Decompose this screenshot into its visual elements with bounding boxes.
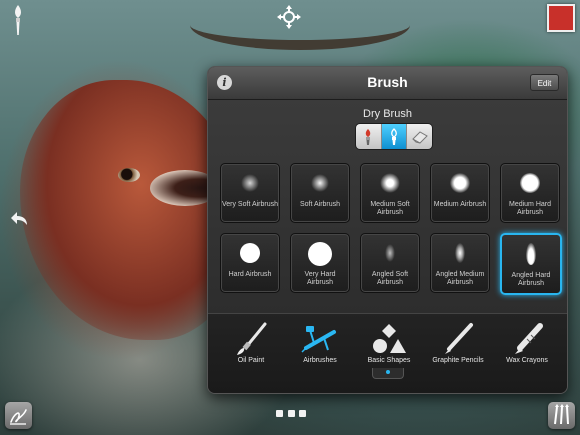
brush-preview-icon	[455, 243, 465, 263]
brush-tile-soft-airbrush[interactable]: Soft Airbrush	[290, 163, 350, 223]
category-wax-crayons[interactable]: Wax Crayons	[494, 314, 560, 374]
brush-tile-angled-medium-airbrush[interactable]: Angled Medium Airbrush	[430, 233, 490, 293]
graphite-pencil-icon	[438, 322, 478, 356]
panel-title: Brush	[367, 74, 408, 90]
brush-preview-icon	[311, 174, 329, 192]
brush-label: Medium Soft Airbrush	[370, 201, 410, 216]
brush-label: Very Hard Airbrush	[304, 271, 336, 286]
wax-crayon-icon	[507, 322, 547, 356]
brush-tile-medium-airbrush[interactable]: Medium Airbrush	[430, 163, 490, 223]
category-label: Oil Paint	[237, 357, 265, 364]
brush-tile-very-soft-airbrush[interactable]: Very Soft Airbrush	[220, 163, 280, 223]
brush-label: Angled Hard Airbrush	[511, 272, 551, 287]
brush-label: Medium Hard Airbrush	[508, 201, 551, 216]
category-oil-paint[interactable]: Oil Paint	[218, 314, 284, 374]
brush-panel: i Brush Edit Dry Brush Very Soft Airbrus…	[207, 66, 568, 394]
brush-tile-very-hard-airbrush[interactable]: Very Hard Airbrush	[290, 233, 350, 293]
brush-settings: Dry Brush Very Soft Airbrush Soft Airbru…	[208, 100, 567, 313]
brush-category-bar: Oil Paint Airbrushes Basic Shapes Graphi…	[208, 313, 567, 393]
brush-tool-icon[interactable]	[8, 4, 28, 36]
brush-label: Medium Airbrush	[433, 201, 487, 208]
brush-label: Soft Airbrush	[299, 201, 341, 208]
category-basic-shapes[interactable]: Basic Shapes	[356, 314, 422, 374]
brush-preview-icon	[240, 243, 260, 263]
edit-button[interactable]: Edit	[530, 74, 559, 91]
page-indicator	[372, 368, 404, 379]
brush-preview-icon	[241, 174, 259, 192]
dry-brush-icon[interactable]	[381, 124, 408, 149]
signature-button[interactable]	[5, 402, 32, 429]
brush-preview-icon	[520, 173, 540, 193]
oil-paint-brush-icon	[231, 322, 271, 356]
wet-brush-icon[interactable]	[356, 124, 382, 149]
color-swatch-button[interactable]	[547, 4, 575, 32]
category-label: Wax Crayons	[506, 357, 548, 364]
category-label: Airbrushes	[303, 357, 337, 364]
panel-header: i Brush Edit	[208, 67, 567, 100]
airbrush-icon	[300, 322, 340, 356]
basic-shapes-icon	[369, 322, 409, 356]
brush-label: Hard Airbrush	[228, 271, 272, 278]
brushes-icon	[554, 404, 569, 425]
brush-preview-icon	[450, 173, 470, 193]
more-options-button[interactable]	[276, 410, 306, 418]
undo-icon[interactable]	[8, 208, 30, 230]
tools-menu-button[interactable]	[548, 402, 575, 429]
brush-preview-icon	[385, 244, 395, 262]
brush-tile-angled-hard-airbrush[interactable]: Angled Hard Airbrush	[500, 233, 562, 295]
category-graphite-pencils[interactable]: Graphite Pencils	[425, 314, 491, 374]
brush-tile-medium-soft-airbrush[interactable]: Medium Soft Airbrush	[360, 163, 420, 223]
brush-preview-icon	[380, 173, 400, 193]
category-label: Basic Shapes	[367, 357, 411, 364]
category-airbrushes[interactable]: Airbrushes	[287, 314, 353, 374]
brush-tile-medium-hard-airbrush[interactable]: Medium Hard Airbrush	[500, 163, 560, 223]
brush-preview-icon	[526, 243, 536, 265]
brush-tile-hard-airbrush[interactable]: Hard Airbrush	[220, 233, 280, 293]
eraser-icon[interactable]	[407, 124, 432, 149]
brush-type-label: Dry Brush	[363, 108, 412, 120]
fox-eye-art	[118, 168, 140, 182]
brush-preview-icon	[308, 242, 332, 266]
brush-label: Very Soft Airbrush	[221, 201, 279, 208]
brush-tile-angled-soft-airbrush[interactable]: Angled Soft Airbrush	[360, 233, 420, 293]
signature-icon	[10, 409, 27, 425]
brush-mode-segmented-control	[355, 123, 433, 150]
brush-label: Angled Soft Airbrush	[371, 271, 409, 286]
category-label: Graphite Pencils	[432, 357, 484, 364]
brush-label: Angled Medium Airbrush	[435, 271, 485, 286]
move-tool-icon[interactable]	[276, 4, 302, 30]
